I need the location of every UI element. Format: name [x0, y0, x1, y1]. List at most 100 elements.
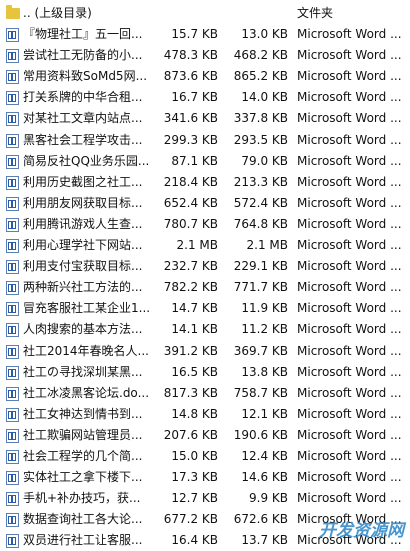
file-name: 社会工程学的几个简... [23, 448, 143, 463]
file-packed-size: 11.9 KB [241, 301, 288, 316]
file-name: 利用朋友网获取目标... [23, 195, 143, 210]
file-packed-size: 13.0 KB [241, 27, 288, 42]
file-row[interactable]: 『物理社工』五一回... 15.7 KB 13.0 KB Microsoft Word… [0, 24, 410, 45]
word-document-icon [6, 239, 19, 254]
file-row[interactable]: 黑客社会工程学攻击... 299.3 KB 293.5 KB Microsoft Wo… [0, 130, 410, 151]
file-packed-size: 758.7 KB [233, 385, 288, 400]
file-type: Microsoft Word ... [297, 491, 402, 506]
file-size: 817.3 KB [163, 385, 218, 400]
file-name: 实体社工之拿下楼下... [23, 470, 143, 485]
file-size: 299.3 KB [163, 132, 218, 147]
file-name: 利用历史截图之社工... [23, 174, 143, 189]
file-type: Microsoft Word ... [297, 90, 402, 105]
file-name: 打关系牌的中华合租... [23, 90, 143, 105]
file-type: Microsoft Word ... [297, 216, 402, 231]
file-name: 两种新兴社工方法的... [23, 280, 143, 295]
parent-directory-row[interactable]: .. (上级目录) 文件夹 [0, 3, 410, 24]
file-type: Microsoft Word ... [297, 427, 402, 442]
file-packed-size: 213.3 KB [233, 174, 288, 189]
file-row[interactable]: 社工冰凌黑客论坛.do... 817.3 KB 758.7 KB Microsoft … [0, 383, 410, 404]
file-name: 社工欺骗网站管理员... [23, 427, 143, 442]
file-row[interactable]: 社会工程学的几个简... 15.0 KB 12.4 KB Microsoft Word… [0, 446, 410, 467]
watermark-logo: 开发资源网 [319, 521, 404, 541]
file-row[interactable]: 利用心理学社下网站... 2.1 MB 2.1 MB Microsoft Word .… [0, 235, 410, 256]
file-row[interactable]: 人肉搜索的基本方法... 14.1 KB 11.2 KB Microsoft Word… [0, 319, 410, 340]
file-packed-size: 13.7 KB [241, 533, 288, 548]
word-document-icon [6, 386, 19, 401]
file-packed-size: 9.9 KB [249, 491, 288, 506]
file-type: Microsoft Word ... [297, 69, 402, 84]
file-packed-size: 572.4 KB [233, 195, 288, 210]
file-row[interactable]: 简易反社QQ业务乐园... 87.1 KB 79.0 KB Microsoft Wor… [0, 151, 410, 172]
word-document-icon [6, 281, 19, 296]
file-row[interactable]: 尝试社工无防备的小... 478.3 KB 468.2 KB Microsoft Wo… [0, 45, 410, 66]
file-row[interactable]: 打关系牌的中华合租... 16.7 KB 14.0 KB Microsoft Word… [0, 87, 410, 108]
file-list: .. (上级目录) 文件夹 『物理社工』五一回... 15.7 KB 13.0 KB… [0, 3, 410, 551]
file-size: 16.4 KB [171, 533, 218, 548]
file-packed-size: 79.0 KB [241, 153, 288, 168]
word-document-icon [6, 534, 19, 549]
word-document-icon [6, 471, 19, 486]
file-packed-size: 865.2 KB [233, 69, 288, 84]
file-size: 873.6 KB [163, 69, 218, 84]
file-size: 12.7 KB [171, 491, 218, 506]
file-name: 人肉搜索的基本方法... [23, 322, 143, 337]
file-row[interactable]: 手机+补办技巧，获... 12.7 KB 9.9 KB Microsoft Word … [0, 488, 410, 509]
word-document-icon [6, 323, 19, 338]
file-packed-size: 190.6 KB [233, 427, 288, 442]
file-row[interactable]: 利用朋友网获取目标... 652.4 KB 572.4 KB Microsoft Wo… [0, 193, 410, 214]
file-size: 16.7 KB [171, 90, 218, 105]
file-name: 利用腾讯游戏人生查... [23, 216, 143, 231]
file-row[interactable]: 社工2014年春晚名人... 391.2 KB 369.7 KB Microsoft … [0, 341, 410, 362]
file-type: Microsoft Word ... [297, 259, 402, 274]
file-packed-size: 468.2 KB [233, 48, 288, 63]
file-name: 数据查询社工各大论... [23, 512, 143, 527]
file-type: Microsoft Word ... [297, 27, 402, 42]
file-packed-size: 11.2 KB [241, 322, 288, 337]
file-name: 对某社工文章内站点... [23, 111, 143, 126]
file-size: 782.2 KB [163, 280, 218, 295]
file-row[interactable]: 利用腾讯游戏人生查... 780.7 KB 764.8 KB Microsoft Wo… [0, 214, 410, 235]
file-type: Microsoft Word ... [297, 343, 402, 358]
file-size: 15.0 KB [171, 448, 218, 463]
file-type: Microsoft Word ... [297, 153, 402, 168]
file-row[interactable]: 对某社工文章内站点... 341.6 KB 337.8 KB Microsoft Wo… [0, 108, 410, 129]
file-row[interactable]: 利用历史截图之社工... 218.4 KB 213.3 KB Microsoft Wo… [0, 172, 410, 193]
file-packed-size: 14.6 KB [241, 470, 288, 485]
file-name: 社工の寻找深圳某黑... [23, 364, 143, 379]
file-row[interactable]: 两种新兴社工方法的... 782.2 KB 771.7 KB Microsoft Wo… [0, 277, 410, 298]
file-row[interactable]: 社工女神达到情书到... 14.8 KB 12.1 KB Microsoft Word… [0, 404, 410, 425]
file-type: Microsoft Word ... [297, 322, 402, 337]
word-document-icon [6, 154, 19, 169]
file-size: 232.7 KB [163, 259, 218, 274]
file-packed-size: 764.8 KB [233, 216, 288, 231]
file-name: 常用资料致SoMd5网... [23, 69, 148, 84]
word-document-icon [6, 112, 19, 127]
file-size: 17.3 KB [171, 470, 218, 485]
file-type: Microsoft Word ... [297, 48, 402, 63]
file-row[interactable]: 社工欺骗网站管理员... 207.6 KB 190.6 KB Microsoft Wo… [0, 425, 410, 446]
file-row[interactable]: 冒充客服社工某企业1... 14.7 KB 11.9 KB Microsoft Wor… [0, 298, 410, 319]
file-type: Microsoft Word ... [297, 385, 402, 400]
file-packed-size: 293.5 KB [233, 132, 288, 147]
file-size: 341.6 KB [163, 111, 218, 126]
word-document-icon [6, 492, 19, 507]
file-row[interactable]: 利用支付宝获取目标... 232.7 KB 229.1 KB Microsoft Wo… [0, 256, 410, 277]
file-size: 14.8 KB [171, 406, 218, 421]
file-size: 652.4 KB [163, 195, 218, 210]
file-type: Microsoft Word ... [297, 448, 402, 463]
file-size: 207.6 KB [163, 427, 218, 442]
file-type: Microsoft Word ... [297, 174, 402, 189]
file-name: 黑客社会工程学攻击... [23, 132, 143, 147]
word-document-icon [6, 260, 19, 275]
file-row[interactable]: 社工の寻找深圳某黑... 16.5 KB 13.8 KB Microsoft Word… [0, 362, 410, 383]
file-name: 社工2014年春晚名人... [23, 343, 149, 358]
word-document-icon [6, 133, 19, 148]
file-row[interactable]: 实体社工之拿下楼下... 17.3 KB 14.6 KB Microsoft Word… [0, 467, 410, 488]
file-row[interactable]: 常用资料致SoMd5网... 873.6 KB 865.2 KB Microsoft … [0, 66, 410, 87]
word-document-icon [6, 513, 19, 528]
file-packed-size: 12.1 KB [241, 406, 288, 421]
file-type: Microsoft Word ... [297, 195, 402, 210]
word-document-icon [6, 91, 19, 106]
file-size: 15.7 KB [171, 27, 218, 42]
